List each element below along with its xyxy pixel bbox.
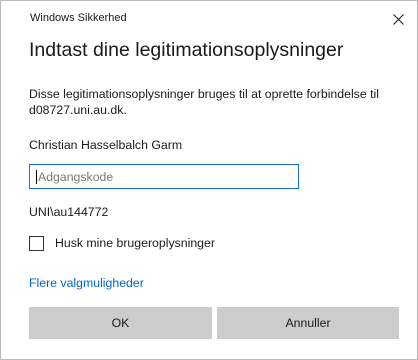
title-bar[interactable]: Windows Sikkerhed xyxy=(1,1,417,31)
cancel-button[interactable]: Annuller xyxy=(217,307,399,339)
dialog-heading: Indtast dine legitimationsoplysninger xyxy=(29,39,344,61)
close-icon xyxy=(392,13,404,25)
domain-user-label: UNI\au144772 xyxy=(29,205,109,219)
window-title: Windows Sikkerhed xyxy=(30,12,127,24)
text-caret xyxy=(36,170,37,184)
password-input[interactable] xyxy=(29,164,299,189)
username-label: Christian Hasselbalch Garm xyxy=(29,138,183,152)
remember-checkbox-label[interactable]: Husk mine brugeroplysninger xyxy=(55,236,215,250)
remember-checkbox[interactable] xyxy=(29,235,44,251)
dialog-description: Disse legitimationsoplysninger bruges ti… xyxy=(29,87,379,117)
close-button[interactable] xyxy=(385,8,411,30)
more-options-link[interactable]: Flere valgmuligheder xyxy=(29,276,144,290)
remember-credentials-option[interactable]: Husk mine brugeroplysninger xyxy=(29,233,215,253)
ok-button[interactable]: OK xyxy=(29,307,212,339)
credentials-dialog: Windows Sikkerhed Indtast dine legitimat… xyxy=(0,0,418,360)
